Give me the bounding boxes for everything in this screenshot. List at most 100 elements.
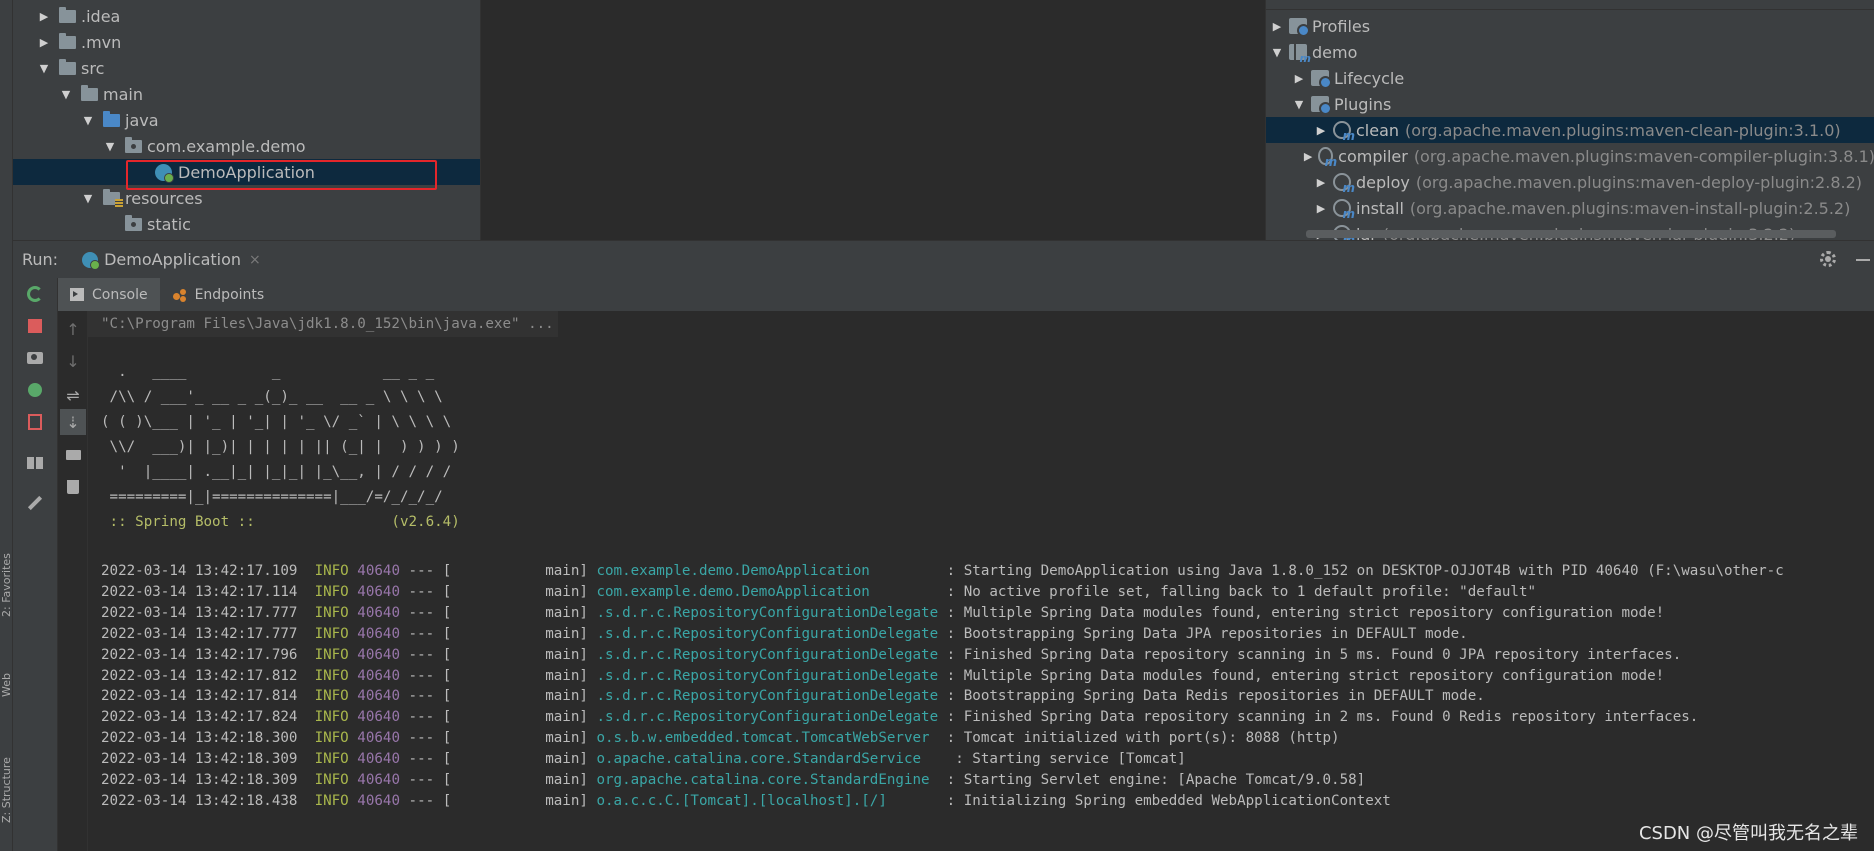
- debug-button[interactable]: [25, 380, 45, 400]
- log-level: INFO: [314, 667, 349, 684]
- maven-item-lifecycle[interactable]: ▶ Lifecycle: [1266, 65, 1874, 91]
- chevron-down-icon[interactable]: ▼: [81, 114, 95, 127]
- log-timestamp: 2022-03-14 13:42:17.109: [101, 563, 298, 579]
- tab-endpoints-label: Endpoints: [194, 286, 265, 303]
- minimize-icon[interactable]: [1856, 259, 1870, 261]
- log-timestamp: 2022-03-14 13:42:17.114: [101, 583, 298, 600]
- trash-icon: [67, 480, 79, 494]
- folder-icon: [81, 84, 98, 101]
- chevron-right-icon[interactable]: ▶: [37, 10, 51, 23]
- log-thread: --- [ main]: [408, 667, 588, 684]
- tree-item-java[interactable]: ▼ java: [13, 107, 480, 133]
- dump-threads-button[interactable]: [25, 348, 45, 368]
- tree-item-label: .mvn: [81, 32, 122, 52]
- maven-item-plugins[interactable]: ▼ Plugins: [1266, 91, 1874, 117]
- tree-item-idea[interactable]: ▶ .idea: [13, 3, 480, 29]
- gear-icon[interactable]: [1820, 251, 1836, 267]
- clear-all-button[interactable]: [65, 479, 81, 495]
- run-toolbar: [13, 278, 58, 851]
- tree-item-static[interactable]: static: [13, 211, 480, 237]
- log-pid: 40640: [357, 583, 400, 600]
- rerun-icon: [27, 286, 43, 302]
- structure-tab[interactable]: Z: Structure: [0, 745, 13, 835]
- log-message: : Starting Servlet engine: [Apache Tomca…: [938, 772, 1366, 788]
- console-output[interactable]: "C:\Program Files\Java\jdk1.8.0_152\bin\…: [88, 311, 1874, 851]
- tab-endpoints[interactable]: Endpoints: [160, 278, 277, 311]
- plugin-name: clean: [1356, 120, 1400, 140]
- log-pid: 40640: [357, 792, 400, 809]
- exit-button[interactable]: [25, 412, 45, 432]
- chevron-down-icon[interactable]: ▼: [103, 140, 117, 153]
- pin-tab-button[interactable]: [25, 493, 45, 513]
- maven-item-profiles[interactable]: ▶ Profiles: [1266, 13, 1874, 39]
- maven-plugin-deploy[interactable]: ▶ deploy (org.apache.maven.plugins:maven…: [1266, 169, 1874, 196]
- horizontal-scrollbar[interactable]: [1306, 230, 1836, 238]
- scroll-to-end-button[interactable]: ⇣: [60, 409, 86, 435]
- chevron-down-icon[interactable]: ▼: [37, 62, 51, 75]
- rerun-button[interactable]: [25, 284, 45, 304]
- soft-wrap-button[interactable]: ⇌: [65, 386, 81, 405]
- run-tab-title: DemoApplication: [104, 250, 242, 269]
- maven-module-icon: [1289, 44, 1311, 65]
- tree-item-main[interactable]: ▼ main: [13, 81, 480, 107]
- maven-plugin-clean[interactable]: ▶ clean (org.apache.maven.plugins:maven-…: [1266, 117, 1874, 143]
- log-timestamp: 2022-03-14 13:42:17.777: [101, 604, 298, 621]
- log-timestamp: 2022-03-14 13:42:18.309: [101, 751, 298, 768]
- lifecycle-icon: [1311, 70, 1332, 89]
- log-level: INFO: [314, 730, 349, 747]
- maven-plugin-install[interactable]: ▶ install (org.apache.maven.plugins:mave…: [1266, 195, 1874, 222]
- favorites-tab[interactable]: 2: Favorites: [0, 540, 13, 630]
- spring-boot-version: :: Spring Boot :: (v2.6.4): [101, 514, 460, 530]
- log-message: : Starting service [Tomcat]: [946, 751, 1186, 768]
- chevron-right-icon[interactable]: ▶: [37, 36, 51, 49]
- log-timestamp: 2022-03-14 13:42:18.309: [101, 772, 298, 788]
- tree-item-label: com.example.demo: [147, 136, 306, 156]
- stop-button[interactable]: [25, 316, 45, 336]
- close-icon[interactable]: ×: [249, 252, 261, 268]
- tree-item-mvn[interactable]: ▶ .mvn: [13, 29, 480, 55]
- chevron-right-icon[interactable]: ▶: [1292, 72, 1306, 85]
- tree-item-package[interactable]: ▼ com.example.demo: [13, 133, 480, 159]
- log-logger: .s.d.r.c.RepositoryConfigurationDelegate: [596, 646, 939, 663]
- chevron-down-icon[interactable]: ▼: [1270, 46, 1284, 59]
- run-tool-header: Run: DemoApplication ×: [13, 240, 1874, 278]
- log-message: : Bootstrapping Spring Data Redis reposi…: [938, 688, 1485, 705]
- banner-line: . ____ _ __ _ _: [101, 364, 435, 380]
- log-logger: .s.d.r.c.RepositoryConfigurationDelegate: [596, 667, 939, 684]
- source-folder-icon: [103, 110, 120, 127]
- log-level: INFO: [314, 604, 349, 621]
- log-logger: o.apache.catalina.core.StandardService: [596, 751, 947, 768]
- maven-plugin-icon: [1333, 121, 1355, 143]
- chevron-right-icon[interactable]: ▶: [1314, 176, 1328, 189]
- log-logger: .s.d.r.c.RepositoryConfigurationDelegate: [596, 709, 939, 726]
- log-thread: --- [ main]: [408, 563, 588, 579]
- maven-item-label: Lifecycle: [1334, 68, 1405, 88]
- chevron-right-icon[interactable]: ▶: [1314, 124, 1328, 137]
- log-message: : Starting DemoApplication using Java 1.…: [938, 563, 1784, 579]
- chevron-down-icon[interactable]: ▼: [1292, 98, 1306, 111]
- print-button[interactable]: [65, 447, 81, 463]
- log-thread: --- [ main]: [408, 583, 588, 600]
- tab-console[interactable]: Console: [58, 278, 160, 311]
- command-line[interactable]: "C:\Program Files\Java\jdk1.8.0_152\bin\…: [88, 311, 558, 337]
- scroll-down-button[interactable]: ↓: [65, 352, 81, 371]
- tree-item-label: java: [125, 110, 159, 130]
- log-thread: --- [ main]: [408, 688, 588, 705]
- run-config-tab[interactable]: DemoApplication ×: [82, 250, 261, 270]
- restore-layout-button[interactable]: [25, 453, 45, 473]
- chevron-down-icon[interactable]: ▼: [81, 192, 95, 205]
- project-tree-panel: ▶ .idea ▶ .mvn ▼ src ▼ main ▼ java ▼ com…: [13, 0, 480, 240]
- maven-plugin-compiler[interactable]: ▶ compiler (org.apache.maven.plugins:mav…: [1266, 143, 1874, 170]
- chevron-right-icon[interactable]: ▶: [1314, 202, 1328, 215]
- chevron-right-icon[interactable]: ▶: [1270, 20, 1284, 33]
- chevron-right-icon[interactable]: ▶: [1303, 150, 1314, 163]
- web-tab[interactable]: Web: [0, 660, 13, 710]
- scroll-up-button[interactable]: ↑: [65, 320, 81, 339]
- maven-item-demo[interactable]: ▼ demo: [1266, 39, 1874, 66]
- log-timestamp: 2022-03-14 13:42:17.812: [101, 667, 298, 684]
- chevron-down-icon[interactable]: ▼: [59, 88, 73, 101]
- log-line: 2022-03-14 13:42:18.438 INFO 40640 --- […: [101, 789, 1391, 814]
- log-pid: 40640: [357, 646, 400, 663]
- tree-item-src[interactable]: ▼ src: [13, 55, 480, 81]
- log-message: : Multiple Spring Data modules found, en…: [938, 667, 1665, 684]
